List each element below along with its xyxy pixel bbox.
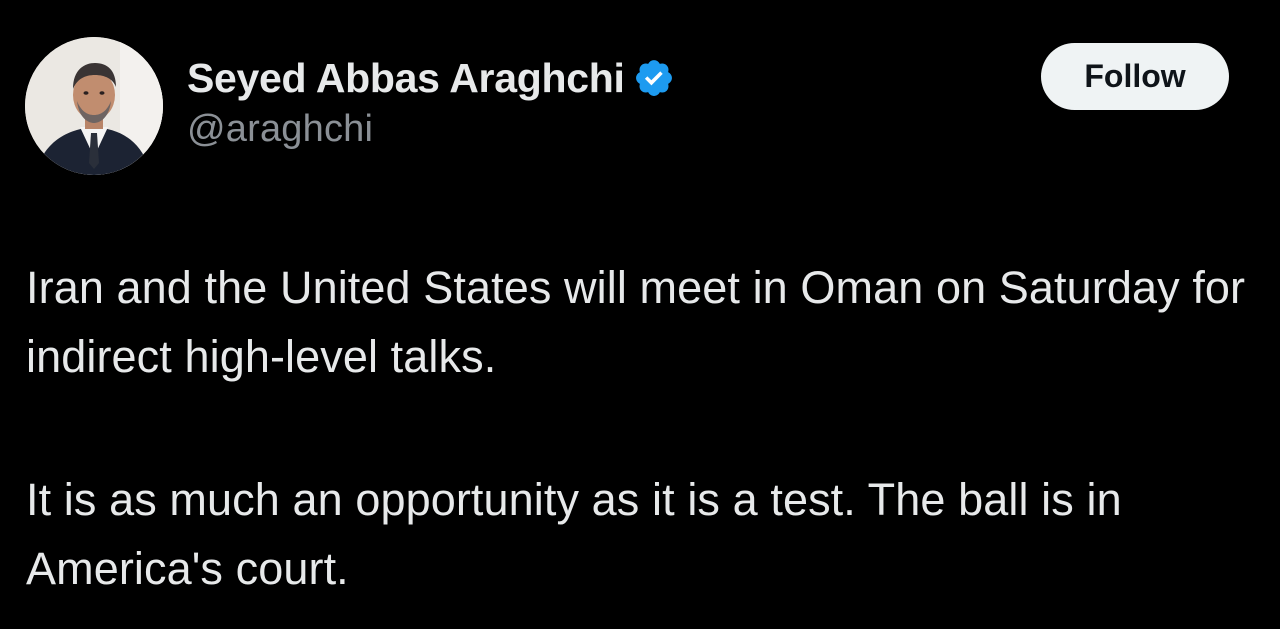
tweet-paragraph: It is as much an opportunity as it is a … [26, 474, 1122, 594]
follow-button[interactable]: Follow [1041, 43, 1229, 110]
avatar[interactable] [25, 37, 163, 175]
tweet-text: Iran and the United States will meet in … [26, 253, 1256, 603]
verified-badge-icon [633, 57, 675, 99]
name-row: Seyed Abbas Araghchi [187, 52, 675, 104]
tweet-card: Seyed Abbas Araghchi @araghchi Follow Ir… [0, 0, 1280, 629]
tweet-paragraph: Iran and the United States will meet in … [26, 262, 1246, 382]
author-display-name[interactable]: Seyed Abbas Araghchi [187, 55, 625, 102]
author-handle[interactable]: @araghchi [187, 108, 675, 151]
profile-photo-icon [25, 37, 163, 175]
author-info: Seyed Abbas Araghchi @araghchi [187, 52, 675, 151]
